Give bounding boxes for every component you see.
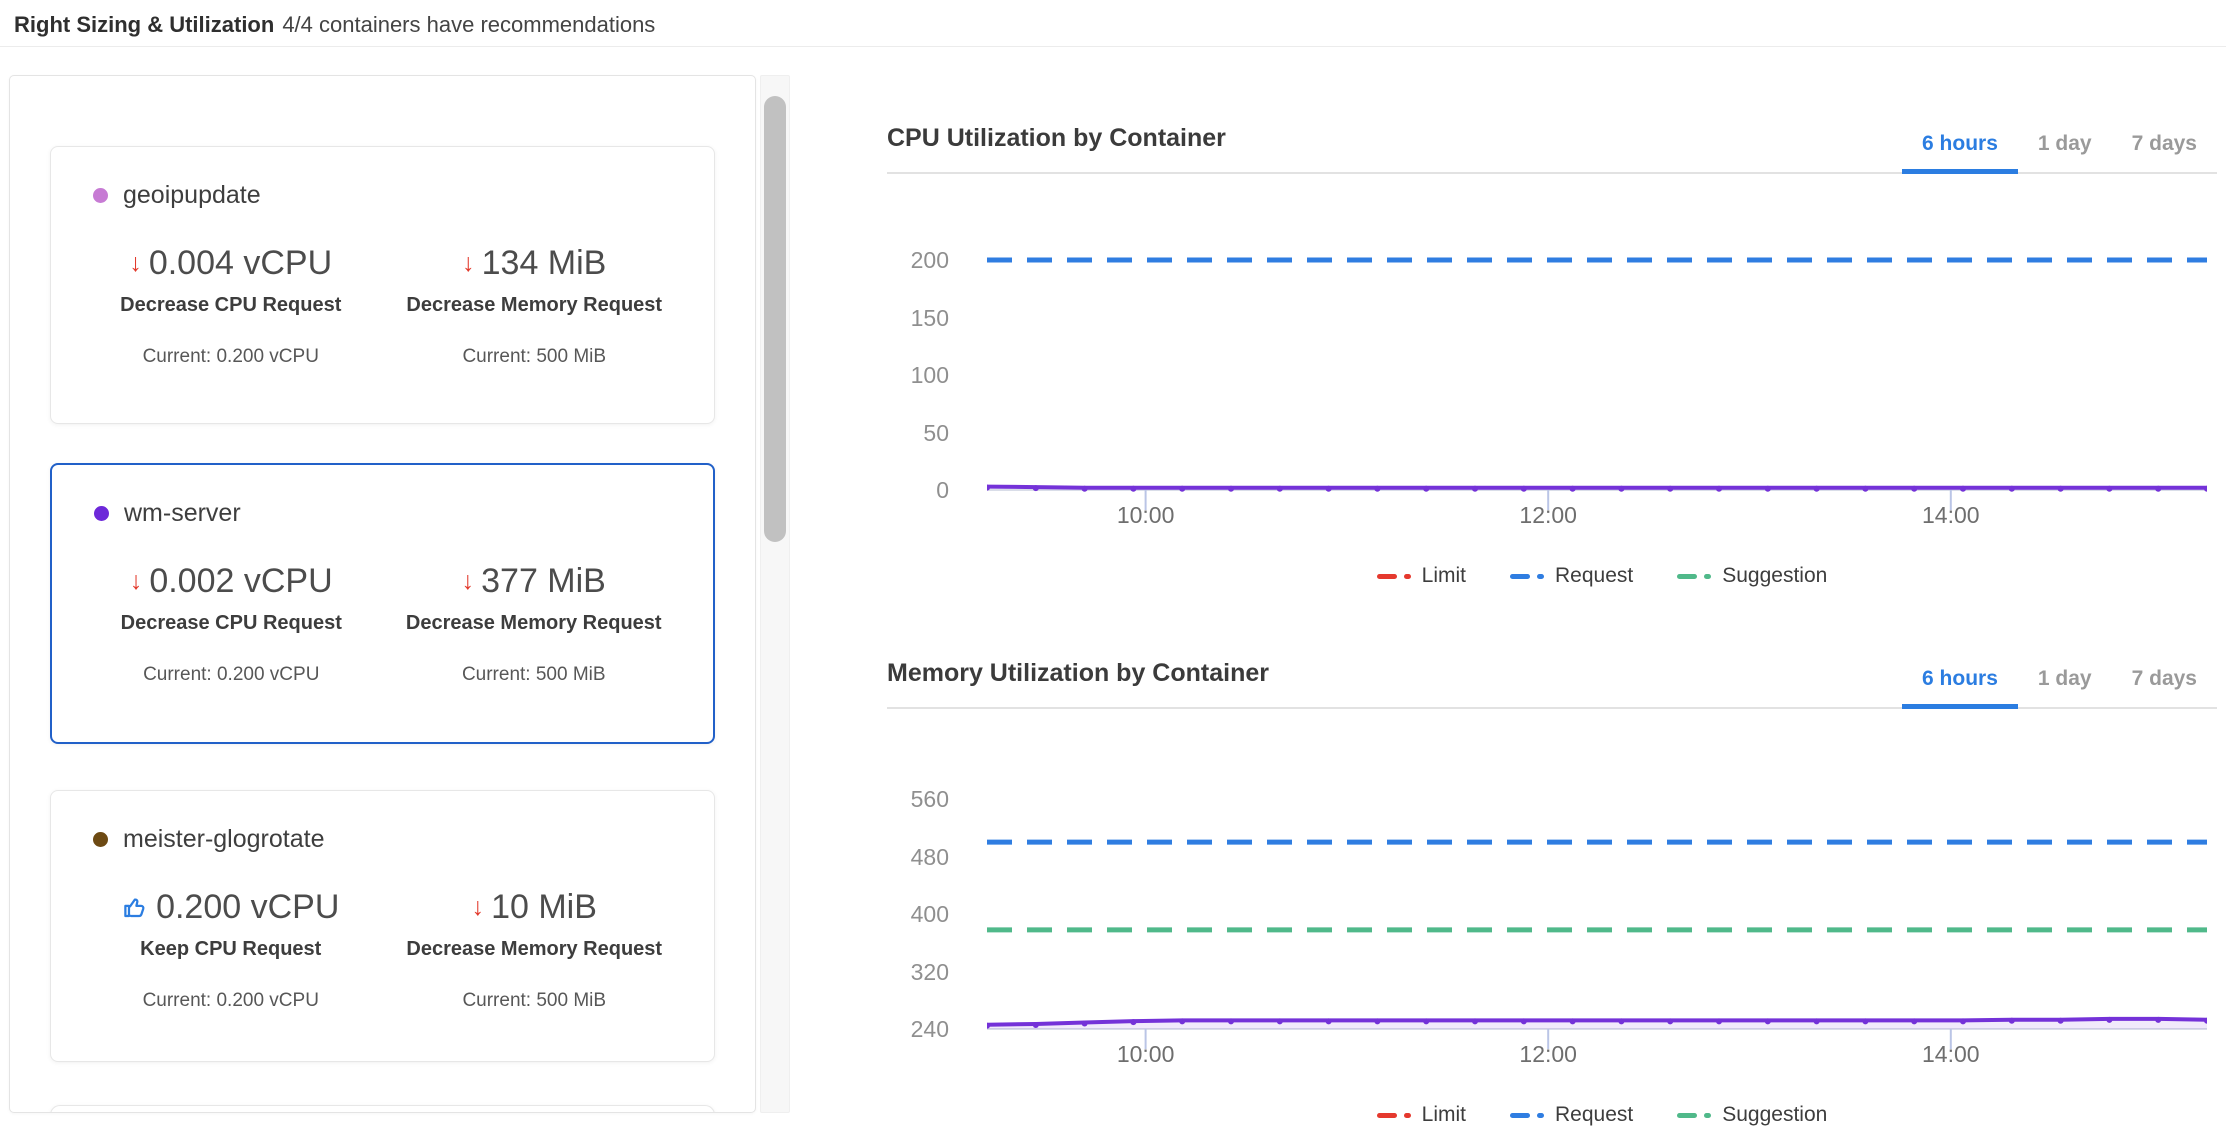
tab-7-days[interactable]: 7 days (2112, 667, 2217, 707)
arrow-down-icon: ↓ (472, 895, 485, 920)
container-color-dot (94, 506, 109, 521)
x-axis-label: 12:00 (1519, 502, 1577, 529)
legend-item-request[interactable]: Request (1510, 564, 1633, 588)
memory-current-value: Current: 500 MiB (383, 346, 687, 368)
container-color-dot (93, 188, 108, 203)
time-range-tabs: 6 hours 1 day 7 days (1902, 645, 2217, 707)
y-axis-label: 320 (887, 959, 949, 985)
y-axis-label: 480 (887, 844, 949, 870)
header-divider (0, 46, 2226, 47)
memory-recommendation: ↓377 MiB Decrease Memory Request Current… (383, 562, 686, 686)
cpu-action-label: Decrease CPU Request (80, 612, 383, 635)
y-axis-label: 0 (887, 477, 949, 503)
memory-action-label: Decrease Memory Request (383, 938, 687, 961)
container-name: wm-server (124, 499, 241, 528)
page-title: Right Sizing & Utilization 4/4 containers… (14, 12, 655, 38)
container-card-geoipupdate[interactable]: geoipupdate ↓ 0.004 vCPU Decrease CPU Req… (50, 146, 715, 424)
tab-6-hours[interactable]: 6 hours (1902, 132, 2018, 172)
cpu-plot-area[interactable]: 050100150200 10:0012:0014:00 (887, 210, 2217, 520)
arrow-down-icon: ↓ (130, 569, 143, 594)
chart-title: CPU Utilization by Container (887, 110, 1226, 172)
tab-7-days[interactable]: 7 days (2112, 132, 2217, 172)
legend-item-limit[interactable]: Limit (1377, 1103, 1466, 1127)
tab-1-day[interactable]: 1 day (2018, 667, 2112, 707)
y-axis-label: 50 (887, 420, 949, 446)
legend-item-request[interactable]: Request (1510, 1103, 1633, 1127)
chart-canvas (987, 210, 2207, 520)
x-axis-label: 14:00 (1922, 502, 1980, 529)
cpu-action-label: Decrease CPU Request (79, 294, 383, 317)
cpu-current-value: Current: 0.200 vCPU (79, 990, 383, 1012)
cpu-current-value: Current: 0.200 vCPU (79, 346, 383, 368)
page-title-bold: Right Sizing & Utilization (14, 12, 274, 37)
memory-recommended-value: 377 MiB (481, 562, 606, 601)
x-axis-label: 12:00 (1519, 1041, 1577, 1068)
legend-item-suggestion[interactable]: Suggestion (1677, 1103, 1827, 1127)
y-axis-label: 240 (887, 1016, 949, 1042)
y-axis-label: 150 (887, 305, 949, 331)
panel-scrollbar-thumb[interactable] (764, 96, 786, 542)
cpu-chart-legend: Limit Request Suggestion (987, 564, 2217, 588)
chart-title: Memory Utilization by Container (887, 645, 1269, 707)
cpu-current-value: Current: 0.200 vCPU (80, 664, 383, 686)
container-card-wm-server-selected[interactable]: wm-server ↓0.002 vCPU Decrease CPU Reque… (50, 463, 715, 744)
x-axis-label: 10:00 (1117, 502, 1175, 529)
x-axis-label: 14:00 (1922, 1041, 1980, 1068)
memory-recommendation: ↓ 134 MiB Decrease Memory Request Current… (383, 244, 687, 368)
memory-action-label: Decrease Memory Request (383, 612, 686, 635)
y-axis-label: 400 (887, 901, 949, 927)
container-card-meister-glogrotate[interactable]: meister-glogrotate 0.200 vCPU Keep CPU R… (50, 790, 715, 1062)
memory-recommendation: ↓10 MiB Decrease Memory Request Current:… (383, 888, 687, 1012)
container-name: meister-glogrotate (123, 825, 324, 854)
y-axis-label: 200 (887, 247, 949, 273)
cpu-recommendation: 0.200 vCPU Keep CPU Request Current: 0.2… (79, 888, 383, 1012)
cpu-recommendation: ↓0.002 vCPU Decrease CPU Request Current… (80, 562, 383, 686)
memory-recommended-value: 134 MiB (482, 244, 607, 283)
tab-6-hours[interactable]: 6 hours (1902, 667, 2018, 707)
memory-action-label: Decrease Memory Request (383, 294, 687, 317)
cpu-recommended-value: 0.004 vCPU (149, 244, 332, 283)
memory-current-value: Current: 500 MiB (383, 990, 687, 1012)
y-axis-label: 100 (887, 362, 949, 388)
arrow-down-icon: ↓ (462, 569, 475, 594)
legend-item-limit[interactable]: Limit (1377, 564, 1466, 588)
cpu-action-label: Keep CPU Request (79, 938, 383, 961)
y-axis-labels: 0 50 100 150 200 (887, 210, 949, 520)
memory-recommended-value: 10 MiB (491, 888, 597, 927)
arrow-down-icon: ↓ (129, 251, 142, 276)
y-axis-label: 560 (887, 786, 949, 812)
memory-plot-area[interactable]: 240320400480560 10:0012:0014:00 (887, 749, 2217, 1059)
cpu-recommended-value: 0.200 vCPU (156, 888, 339, 927)
page-subtitle: 4/4 containers have recommendations (282, 12, 655, 37)
legend-item-suggestion[interactable]: Suggestion (1677, 564, 1827, 588)
chart-canvas (987, 749, 2207, 1059)
memory-utilization-chart: Memory Utilization by Container 6 hours … (887, 645, 2217, 1127)
time-range-tabs: 6 hours 1 day 7 days (1902, 110, 2217, 172)
cpu-utilization-chart: CPU Utilization by Container 6 hours 1 d… (887, 110, 2217, 588)
memory-current-value: Current: 500 MiB (383, 664, 686, 686)
arrow-down-icon: ↓ (462, 251, 475, 276)
cpu-recommended-value: 0.002 vCPU (149, 562, 332, 601)
container-name: geoipupdate (123, 181, 261, 210)
container-color-dot (93, 832, 108, 847)
right-sizing-page: Right Sizing & Utilization 4/4 containers… (0, 0, 2226, 1144)
memory-chart-legend: Limit Request Suggestion (987, 1103, 2217, 1127)
recommendations-panel: geoipupdate ↓ 0.004 vCPU Decrease CPU Req… (9, 75, 756, 1113)
x-axis-label: 10:00 (1117, 1041, 1175, 1068)
cpu-recommendation: ↓ 0.004 vCPU Decrease CPU Request Current… (79, 244, 383, 368)
container-card-partial[interactable] (50, 1105, 715, 1113)
tab-1-day[interactable]: 1 day (2018, 132, 2112, 172)
thumbs-up-icon (122, 894, 149, 921)
y-axis-labels: 240 320 400 480 560 (887, 749, 949, 1059)
